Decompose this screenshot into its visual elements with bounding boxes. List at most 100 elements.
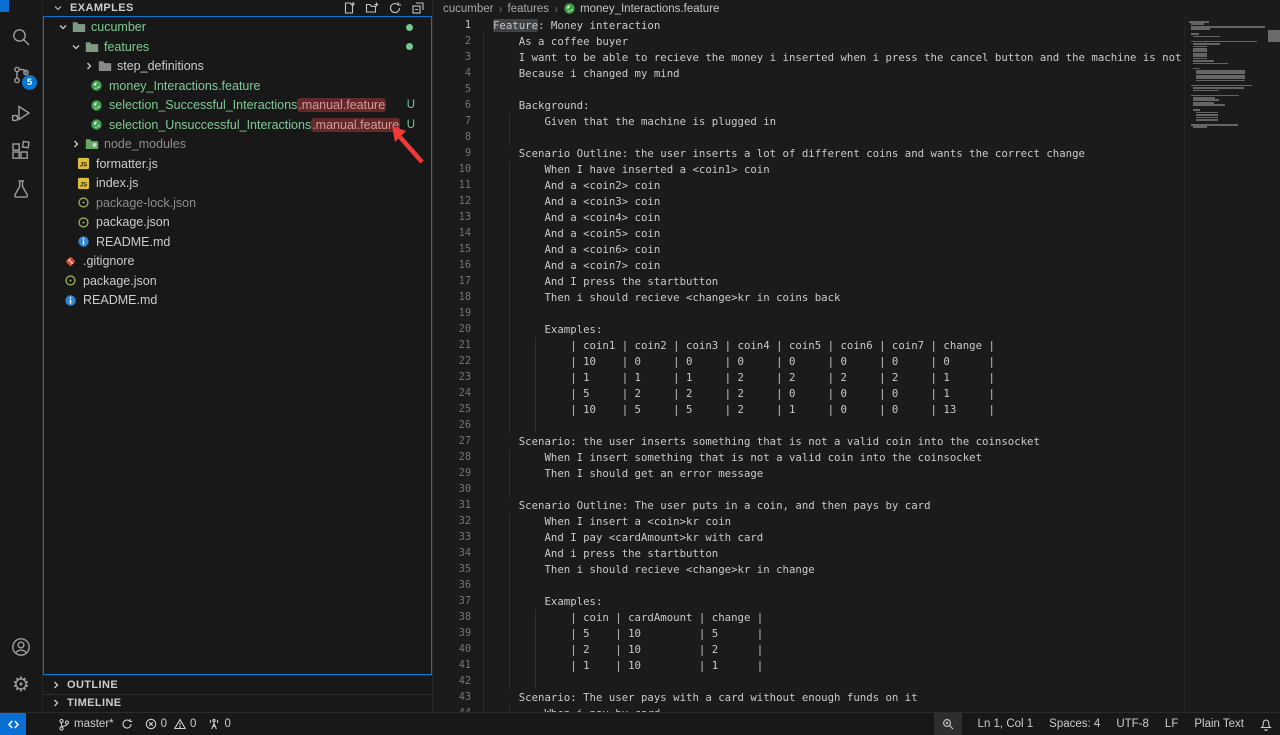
indent-guide [509,417,510,433]
cursor-position-label: Ln 1, Col 1 [978,718,1034,730]
code-text: | 10 | 5 | 5 | 2 | 1 | 0 | 0 | 13 | [471,403,995,416]
source-control-icon[interactable]: 5 [0,56,42,94]
chevron-down-icon[interactable] [56,20,70,34]
breadcrumb-item[interactable]: money_Interactions.feature [563,2,719,15]
chevron-down-icon[interactable] [69,40,83,54]
tree-item-node-modules[interactable]: node_modules [44,134,431,154]
git-branch[interactable]: master* [52,713,139,735]
accounts-icon[interactable] [0,628,42,666]
code-text: Scenario: the user inserts something tha… [471,435,1040,448]
indent-guide [483,545,484,561]
indent-guide [509,385,510,401]
line-number: 6 [433,100,471,111]
scrollbar[interactable] [1267,17,1280,712]
chevron-right-icon[interactable] [82,59,96,73]
code-line: 30 [433,481,1184,497]
indent-guide [509,273,510,289]
folder-icon [96,59,113,73]
encoding[interactable]: UTF-8 [1108,713,1157,735]
line-number: 31 [433,500,471,511]
problems[interactable]: 00 [139,713,203,735]
cursor-position[interactable]: Ln 1, Col 1 [970,713,1042,735]
notifications[interactable] [1252,713,1280,735]
cucumber-file-icon [88,79,105,93]
language-mode[interactable]: Plain Text [1186,713,1252,735]
code-line: 2 As a coffee buyer [433,33,1184,49]
tree-item-readme-md[interactable]: README.md [44,290,431,310]
breadcrumb-item[interactable]: cucumber [443,3,494,15]
minimap-line [1189,21,1209,23]
tree-item-step-definitions[interactable]: step_definitions [44,56,431,76]
indentation[interactable]: Spaces: 4 [1041,713,1108,735]
minimap-line [1196,70,1246,72]
ports-forwarded[interactable]: 0 [202,713,236,735]
minimap-line [1193,43,1219,45]
zoom-control[interactable] [934,713,962,735]
code-area[interactable]: 1Feature: Money interaction2 As a coffee… [433,17,1184,712]
settings-icon[interactable]: ⚙ [0,666,42,704]
refresh-explorer-icon[interactable] [387,0,403,16]
tree-item-cucumber[interactable]: cucumber [44,17,431,37]
tree-item-features[interactable]: features [44,37,431,57]
indent-guide [483,273,484,289]
tree-item--gitignore[interactable]: .gitignore [44,251,431,271]
tree-item-selection-unsuccessful-interactions[interactable]: selection_Unsuccessful_Interactions.manu… [44,115,431,135]
timeline-section-header[interactable]: TIMELINE [43,694,432,712]
tree-item-money-interactions-feature[interactable]: money_Interactions.feature [44,76,431,96]
new-file-icon[interactable] [341,0,357,16]
code-line: 7 Given that the machine is plugged in [433,113,1184,129]
extensions-icon[interactable] [0,132,42,170]
collapse-folders-icon[interactable] [410,0,426,16]
line-number: 37 [433,596,471,607]
minimap-line [1193,48,1207,50]
code-line: 14 And a <coin5> coin [433,225,1184,241]
eol-sequence[interactable]: LF [1157,713,1186,735]
code-text: | 10 | 0 | 0 | 0 | 0 | 0 | 0 | 0 | [471,355,995,368]
tree-item-package-json[interactable]: package.json [44,271,431,291]
breadcrumb-label: money_Interactions.feature [580,3,719,15]
indent-guide [509,673,510,689]
status-bar-right: Ln 1, Col 1 Spaces: 4UTF-8LFPlain Text [934,713,1280,735]
tree-item-selection-successful-interactions[interactable]: selection_Successful_Interactions.manual… [44,95,431,115]
explorer-section-header[interactable]: EXAMPLES [43,0,432,16]
indent-guide [483,305,484,321]
code-line: 9 Scenario Outline: the user inserts a l… [433,145,1184,161]
minimap[interactable] [1184,17,1268,712]
tree-item-index-js[interactable]: JSindex.js [44,173,431,193]
line-number: 42 [433,676,471,687]
testing-icon[interactable] [0,170,42,208]
code-line: 42 [433,673,1184,689]
code-text: Because i changed my mind [471,67,680,80]
new-folder-icon[interactable] [364,0,380,16]
line-number: 21 [433,340,471,351]
chevron-right-icon[interactable] [69,137,83,151]
minimap-line [1193,102,1213,104]
breadcrumb-label: cucumber [443,3,494,15]
indent-guide [483,241,484,257]
vscode-window: 5 ⚙ EXAMPLES cucumberfeaturesstep_defini… [0,0,1280,735]
minimap-line [1193,50,1207,52]
overview-ruler-marker [1268,30,1280,42]
tree-item-formatter-js[interactable]: JSformatter.js [44,154,431,174]
outline-section-header[interactable]: OUTLINE [43,675,432,693]
indent-guide [483,225,484,241]
tree-item-readme-md[interactable]: README.md [44,232,431,252]
run-debug-icon[interactable] [0,94,42,132]
line-number: 36 [433,580,471,591]
search-icon[interactable] [0,18,42,56]
minimap-line [1191,85,1252,87]
indent-guide [509,705,510,712]
code-line: 40 | 2 | 10 | 2 | [433,641,1184,657]
tree-item-package-json[interactable]: package.json [44,212,431,232]
indent-guide [509,193,510,209]
indent-guide [483,577,484,593]
file-label: selection_Successful_Interactions [109,98,297,112]
indent-guide [483,481,484,497]
line-number: 22 [433,356,471,367]
minimap-line [1196,75,1246,77]
indent-guide [483,593,484,609]
tree-item-package-lock-json[interactable]: package-lock.json [44,193,431,213]
breadcrumb-item[interactable]: features [508,3,550,15]
remote-indicator[interactable] [0,713,26,735]
indent-guide [483,33,484,49]
